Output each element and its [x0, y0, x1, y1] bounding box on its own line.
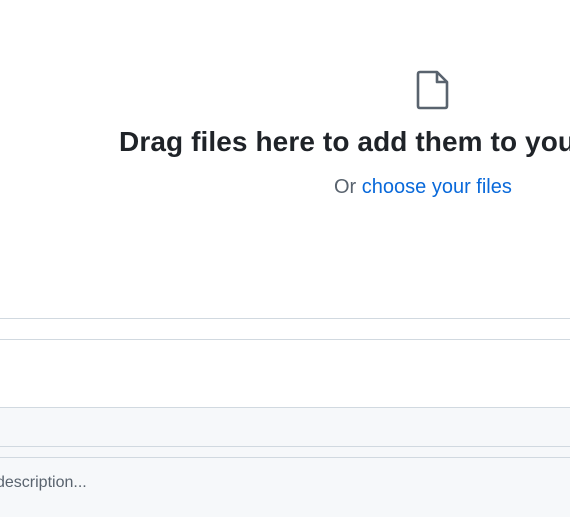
commit-description-field[interactable] [0, 457, 570, 517]
file-dropzone[interactable]: Drag files here to add them to your repo… [0, 0, 570, 318]
section-divider [0, 318, 570, 319]
upload-page: Drag files here to add them to your repo… [0, 0, 570, 517]
choose-files-prompt: Or choose your files [334, 176, 512, 199]
choose-files-prefix: Or [334, 176, 362, 198]
file-icon [416, 70, 450, 110]
dropzone-title: Drag files here to add them to your repo… [119, 126, 570, 157]
commit-summary-strip [0, 408, 570, 447]
section-divider [0, 339, 570, 340]
choose-files-link[interactable]: choose your files [362, 176, 512, 198]
commit-form-area [0, 407, 570, 517]
